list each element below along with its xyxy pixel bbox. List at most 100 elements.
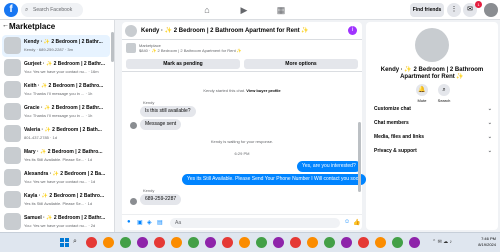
- search-input[interactable]: ⌕ Search Facebook: [21, 3, 83, 17]
- conversation-name: Samuel · ✨ 2 Bedroom | 2 Bathr...: [24, 215, 106, 221]
- home-icon[interactable]: ⌂: [200, 3, 214, 17]
- taskbar-app-icon[interactable]: [188, 237, 199, 248]
- taskbar-app-icon[interactable]: [392, 237, 403, 248]
- search-conversation-button[interactable]: ⌕ Search: [434, 84, 454, 103]
- taskbar-app-icon[interactable]: [307, 237, 318, 248]
- facebook-logo[interactable]: f: [4, 3, 18, 17]
- conversation-name: Kayla · ✨ 2 Bedroom | 2 Bathro...: [24, 193, 105, 199]
- conversation-preview: You: Thanks I'll message you in ... · 1h: [24, 113, 93, 118]
- conversation-item[interactable]: Valeria · ✨ 2 Bedroom | 2 Bath... 801-43…: [2, 123, 110, 145]
- taskbar-app-icon[interactable]: [324, 237, 335, 248]
- conversation-item[interactable]: Gurjeet · ✨ 2 Bedroom | 2 Bathr... You: …: [2, 57, 110, 79]
- find-friends-button[interactable]: Find friends: [410, 3, 444, 17]
- chat-started-notice: Kendy started this chat. View buyer prof…: [122, 88, 362, 93]
- microphone-icon[interactable]: ●: [127, 219, 131, 225]
- mute-button[interactable]: 🔔 Mute: [412, 84, 432, 103]
- taskbar-app-icon[interactable]: [222, 237, 233, 248]
- message-composer: ● ▣ ◈ ▤ Aa ☺ 👍: [122, 214, 362, 230]
- image-icon[interactable]: ▣: [137, 219, 143, 226]
- taskbar-app-icon[interactable]: [409, 237, 420, 248]
- section-label: Media, files and links: [374, 134, 425, 140]
- taskbar-app-icon[interactable]: [86, 237, 97, 248]
- incoming-message: Is this still available?: [140, 106, 196, 117]
- listing-bar: Marketplace $840 · ✨ 2 Bedroom | 2 Bathr…: [122, 40, 362, 72]
- conversation-preview: Yes its Still Available. Please Se... · …: [24, 201, 93, 206]
- listing-price[interactable]: $840 · ✨ 2 Bedroom | 2 Bathroom Apartmen…: [139, 48, 242, 53]
- taskbar-app-icon[interactable]: [375, 237, 386, 248]
- conversation-name: Keith · ✨ 2 Bedroom | 2 Bathro...: [24, 83, 104, 89]
- conversation-item[interactable]: Keith · ✨ 2 Bedroom | 2 Bathro... You: T…: [2, 79, 110, 101]
- listing-thumbnail: [4, 81, 21, 98]
- taskbar-app-icon[interactable]: [103, 237, 114, 248]
- back-arrow-icon[interactable]: ←: [2, 22, 9, 29]
- incoming-message: Message sent: [140, 119, 182, 130]
- conversation-preview: 801-437-2785 · 1d: [24, 135, 57, 140]
- listing-thumbnail[interactable]: [126, 43, 136, 53]
- chat-info-panel: Kendy · ✨ 2 Bedroom | 2 Bathroom Apartme…: [366, 22, 498, 230]
- conversation-item[interactable]: Samuel · ✨ 2 Bedroom | 2 Bathr... You: Y…: [2, 211, 110, 232]
- taskbar-app-icon[interactable]: [358, 237, 369, 248]
- taskbar-app-icon[interactable]: [171, 237, 182, 248]
- taskbar-app-icon[interactable]: [341, 237, 352, 248]
- info-avatar: [415, 28, 449, 62]
- marketplace-icon[interactable]: ▦: [274, 3, 288, 17]
- video-icon[interactable]: ▶: [237, 3, 251, 17]
- taskbar-app-icon[interactable]: [137, 237, 148, 248]
- info-icon[interactable]: i: [348, 26, 357, 35]
- chat-panel: Kendy · ✨ 2 Bedroom | 2 Bathroom Apartme…: [122, 22, 367, 230]
- taskbar-app-icon[interactable]: [290, 237, 301, 248]
- conversation-name: Alexandra · ✨ 2 Bedroom | 2 Ba...: [24, 171, 106, 177]
- conversation-name: Gracie · ✨ 2 Bedroom | 2 Bathr...: [24, 105, 104, 111]
- sidebar-scrollbar[interactable]: [111, 32, 114, 62]
- section-label: Customize chat: [374, 106, 411, 112]
- conversation-name: Valeria · ✨ 2 Bedroom | 2 Bath...: [24, 127, 102, 133]
- taskbar-app-icon[interactable]: [205, 237, 216, 248]
- listing-thumbnail: [4, 191, 21, 208]
- sticker-icon[interactable]: ◈: [147, 219, 152, 226]
- chat-members-section[interactable]: Chat members ⌄: [374, 120, 492, 126]
- message-input[interactable]: Aa: [170, 218, 340, 228]
- listing-thumbnail: [4, 103, 21, 120]
- windows-start-icon[interactable]: [60, 238, 69, 247]
- taskbar-search-icon[interactable]: ⌕: [73, 238, 77, 246]
- top-bar: f ⌕ Search Facebook ⌂ ▶ ▦ Find friends ⋮…: [0, 0, 500, 20]
- conversation-preview: You: Thanks I'll message you in ... · 1h: [24, 91, 93, 96]
- conversation-item[interactable]: Kendy · ✨ 2 Bedroom | 2 Bathr... Kendy ·…: [2, 35, 110, 57]
- section-label: Chat members: [374, 120, 409, 126]
- mute-label: Mute: [417, 98, 427, 103]
- chat-avatar[interactable]: [125, 25, 137, 37]
- media-files-section[interactable]: Media, files and links ⌄: [374, 134, 492, 140]
- like-icon[interactable]: 👍: [353, 219, 360, 226]
- chat-scrollbar[interactable]: [358, 122, 361, 192]
- sidebar-title: Marketplace: [9, 22, 56, 31]
- conversation-item[interactable]: Alexandra · ✨ 2 Bedroom | 2 Ba... You: Y…: [2, 167, 110, 189]
- conversation-sidebar: ← Marketplace Kendy · ✨ 2 Bedroom | 2 Ba…: [0, 20, 115, 232]
- taskbar-app-icon[interactable]: [120, 237, 131, 248]
- gif-icon[interactable]: ▤: [157, 219, 163, 226]
- privacy-support-section[interactable]: Privacy & support ⌄: [374, 148, 492, 154]
- listing-thumbnail: [4, 37, 21, 54]
- conversation-preview: You: Yes we have your contact nu... · 1d: [24, 179, 96, 184]
- taskbar-app-icon[interactable]: [239, 237, 250, 248]
- conversation-item[interactable]: Gracie · ✨ 2 Bedroom | 2 Bathr... You: T…: [2, 101, 110, 123]
- info-title: Kendy · ✨ 2 Bedroom | 2 Bathroom Apartme…: [380, 67, 484, 80]
- chat-title[interactable]: Kendy · ✨ 2 Bedroom | 2 Bathroom Apartme…: [141, 27, 309, 34]
- taskbar-clock[interactable]: 7:46 PM 8/19/2024: [470, 236, 496, 248]
- notification-badge: 1: [475, 1, 482, 8]
- more-options-button[interactable]: More options: [244, 59, 358, 69]
- taskbar-app-icon[interactable]: [154, 237, 165, 248]
- menu-icon[interactable]: ⋮: [447, 3, 461, 17]
- search-label: Search: [437, 98, 451, 103]
- profile-avatar[interactable]: [484, 3, 498, 17]
- conversation-item[interactable]: Kayla · ✨ 2 Bedroom | 2 Bathro... Yes it…: [2, 189, 110, 211]
- conversation-item[interactable]: Mary · ✨ 2 Bedroom | 2 Bathro... Yes its…: [2, 145, 110, 167]
- taskbar-app-icon[interactable]: [273, 237, 284, 248]
- view-buyer-profile-link[interactable]: View buyer profile: [246, 88, 280, 93]
- emoji-icon[interactable]: ☺: [344, 219, 350, 225]
- taskbar-app-icon[interactable]: [256, 237, 267, 248]
- conversation-preview: Yes its Still Available. Please Se... · …: [24, 157, 93, 162]
- mark-as-pending-button[interactable]: Mark as pending: [126, 59, 240, 69]
- system-tray-icons[interactable]: ⌃ ✉ ☁ ♪: [432, 239, 452, 245]
- chevron-down-icon: ⌄: [487, 106, 492, 112]
- customize-chat-section[interactable]: Customize chat ⌄: [374, 106, 492, 112]
